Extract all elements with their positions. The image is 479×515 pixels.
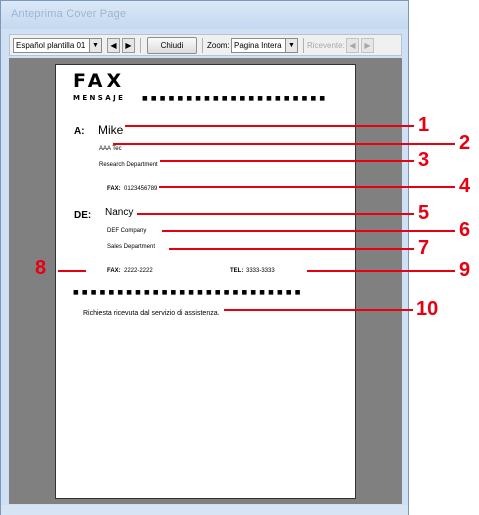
recipient-label: Ricevente: bbox=[307, 41, 345, 50]
callout-line-1 bbox=[125, 125, 414, 127]
callout-line-4 bbox=[159, 186, 455, 188]
callout-line-7 bbox=[169, 248, 414, 250]
callout-line-8 bbox=[58, 270, 86, 272]
callout-line-10 bbox=[224, 309, 413, 311]
title-bar[interactable]: Anteprima Cover Page bbox=[1, 1, 408, 29]
recipient-company: AAA Tec bbox=[99, 146, 122, 152]
toolbar-separator bbox=[140, 38, 141, 53]
sender-fax-number: 2222-2222 bbox=[124, 268, 153, 274]
callout-number-8: 8 bbox=[35, 257, 47, 279]
callout-line-5 bbox=[137, 213, 414, 215]
recipient-name: Mike bbox=[98, 123, 124, 137]
sender-tel-number: 3333-3333 bbox=[246, 268, 275, 274]
callout-line-6 bbox=[162, 230, 455, 232]
recipient-fax-label: FAX: bbox=[107, 186, 121, 192]
sender-company: DEF Company bbox=[107, 228, 147, 234]
dot-divider-top: ■■■■■■■■■■■■■■■■■■■■■ bbox=[142, 95, 329, 102]
cover-page-preview-window: Anteprima Cover Page Español plantilla 0… bbox=[0, 0, 409, 515]
from-label: DE: bbox=[74, 210, 92, 221]
mensaje-label: MENSAJE bbox=[73, 94, 126, 102]
callout-line-9 bbox=[307, 270, 455, 272]
callout-number-6: 6 bbox=[459, 219, 471, 241]
message-text: Richiesta ricevuta dal servizio di assis… bbox=[83, 310, 220, 317]
callout-number-4: 4 bbox=[459, 175, 471, 197]
chevron-down-icon[interactable]: ▼ bbox=[89, 39, 101, 52]
callout-number-3: 3 bbox=[418, 149, 430, 171]
prev-recipient-button[interactable]: ◀ bbox=[346, 38, 359, 53]
sender-fax-label: FAX: bbox=[107, 268, 121, 274]
template-select[interactable]: Español plantilla 01 ▼ bbox=[13, 38, 102, 53]
recipient-department: Research Department bbox=[99, 162, 158, 168]
chevron-down-icon[interactable]: ▼ bbox=[285, 39, 297, 52]
zoom-select[interactable]: Pagina Intera ▼ bbox=[231, 38, 298, 53]
next-template-button[interactable]: ▶ bbox=[122, 38, 135, 53]
next-recipient-button[interactable]: ▶ bbox=[361, 38, 374, 53]
callout-number-2: 2 bbox=[459, 132, 471, 154]
callout-line-3 bbox=[160, 160, 414, 162]
template-select-value: Español plantilla 01 bbox=[16, 41, 86, 50]
fax-cover-page: FAX MENSAJE ■■■■■■■■■■■■■■■■■■■■■ A: Mik… bbox=[55, 64, 356, 499]
prev-template-button[interactable]: ◀ bbox=[107, 38, 120, 53]
callout-number-10: 10 bbox=[416, 298, 439, 320]
close-button[interactable]: Chiudi bbox=[147, 37, 197, 54]
toolbar-separator bbox=[303, 38, 304, 53]
window-title: Anteprima Cover Page bbox=[11, 8, 127, 20]
to-label: A: bbox=[74, 126, 85, 137]
callout-number-5: 5 bbox=[418, 202, 430, 224]
sender-department: Sales Department bbox=[107, 244, 156, 250]
callout-number-1: 1 bbox=[418, 114, 430, 136]
callout-number-9: 9 bbox=[459, 259, 471, 281]
status-bar bbox=[1, 505, 408, 515]
dot-divider-bottom: ■■■■■■■■■■■■■■■■■■■■■■■■■■ bbox=[73, 289, 304, 296]
callout-number-7: 7 bbox=[418, 237, 430, 259]
sender-name: Nancy bbox=[105, 207, 134, 218]
zoom-select-value: Pagina Intera bbox=[234, 41, 282, 50]
recipient-fax-number: 0123456789 bbox=[124, 186, 158, 192]
fax-heading: FAX bbox=[73, 70, 126, 92]
zoom-label: Zoom: bbox=[207, 41, 230, 50]
toolbar-separator bbox=[202, 38, 203, 53]
callout-line-2 bbox=[113, 143, 455, 145]
preview-toolbar: Español plantilla 01 ▼ ◀ ▶ Chiudi Zoom: … bbox=[9, 34, 402, 56]
sender-tel-label: TEL: bbox=[230, 268, 244, 274]
